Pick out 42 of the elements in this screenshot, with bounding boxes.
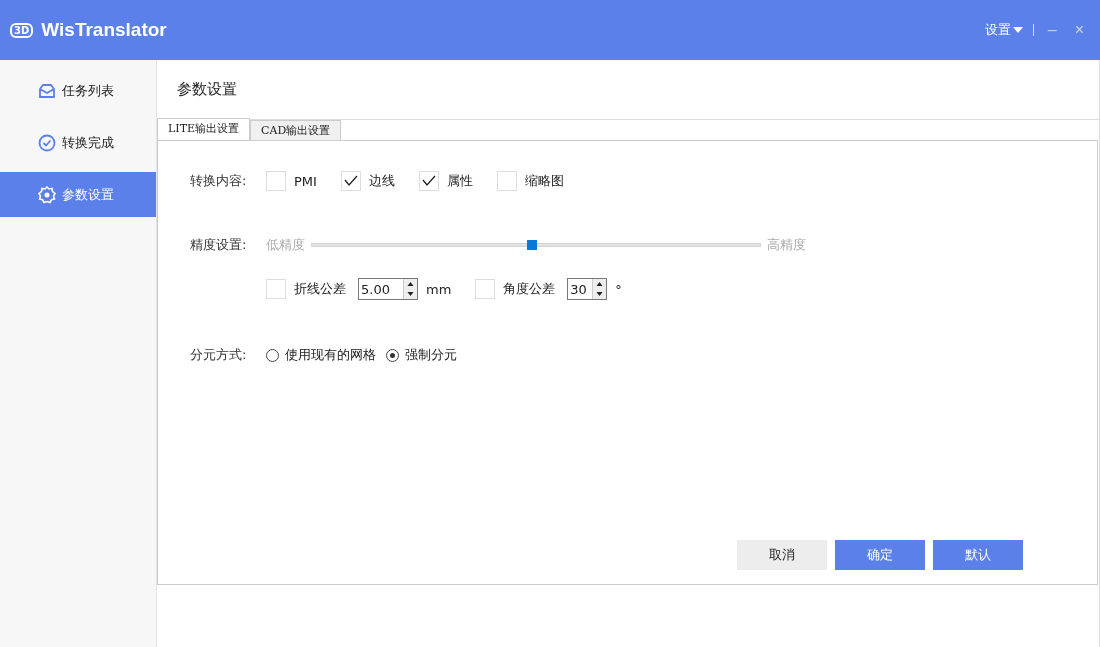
sidebar-item[interactable]: 参数设置 <box>0 172 156 217</box>
slider-min-label: 低精度 <box>266 236 305 254</box>
radio-label: 强制分元 <box>405 346 457 364</box>
page-title: 参数设置 <box>177 80 237 99</box>
spin-box[interactable]: 5.00 <box>358 278 418 300</box>
check-circle-icon <box>38 133 56 152</box>
checkbox[interactable] <box>266 171 286 191</box>
checkbox-label: 角度公差 <box>503 280 556 298</box>
spin-box[interactable]: 30 <box>567 278 608 300</box>
app-title: WisTranslator <box>41 19 167 41</box>
checkbox-label: 属性 <box>446 172 473 190</box>
inbox-icon <box>38 82 56 99</box>
slider-max-label: 高精度 <box>767 236 806 254</box>
app-logo: 3D <box>10 22 34 38</box>
checkbox[interactable] <box>418 171 439 191</box>
checkbox[interactable] <box>266 279 286 299</box>
checkbox[interactable] <box>496 171 517 191</box>
checkbox[interactable] <box>340 171 361 191</box>
slider-thumb[interactable] <box>526 240 537 250</box>
field-label: 分元方式: <box>190 346 248 364</box>
tab[interactable]: LITE输出设置 <box>157 118 251 140</box>
unit-label: ° <box>615 281 622 297</box>
radio-button[interactable] <box>266 348 279 362</box>
sidebar-item[interactable]: 转换完成 <box>0 120 156 165</box>
field-label: 转换内容: <box>190 172 248 190</box>
secondary-button[interactable]: 取消 <box>737 540 827 570</box>
primary-button[interactable]: 默认 <box>933 540 1023 570</box>
primary-button[interactable]: 确定 <box>835 540 925 570</box>
checkbox-label: 边线 <box>368 172 395 190</box>
checkbox-label: 折线公差 <box>294 280 346 298</box>
radio-button[interactable] <box>386 348 399 362</box>
gear-icon <box>38 185 56 204</box>
checkbox-label: 缩略图 <box>524 172 564 190</box>
sidebar-item[interactable]: 任务列表 <box>0 68 156 113</box>
caret-icon <box>1012 27 1023 33</box>
radio-label: 使用现有的网格 <box>285 346 376 364</box>
checkbox[interactable] <box>475 279 496 299</box>
tab[interactable]: CAD输出设置 <box>250 120 342 140</box>
settings-menu[interactable]: 设置 <box>984 21 1023 39</box>
checkbox-label: PMI <box>294 173 317 189</box>
field-label: 精度设置: <box>190 236 248 254</box>
unit-label: mm <box>426 281 452 297</box>
